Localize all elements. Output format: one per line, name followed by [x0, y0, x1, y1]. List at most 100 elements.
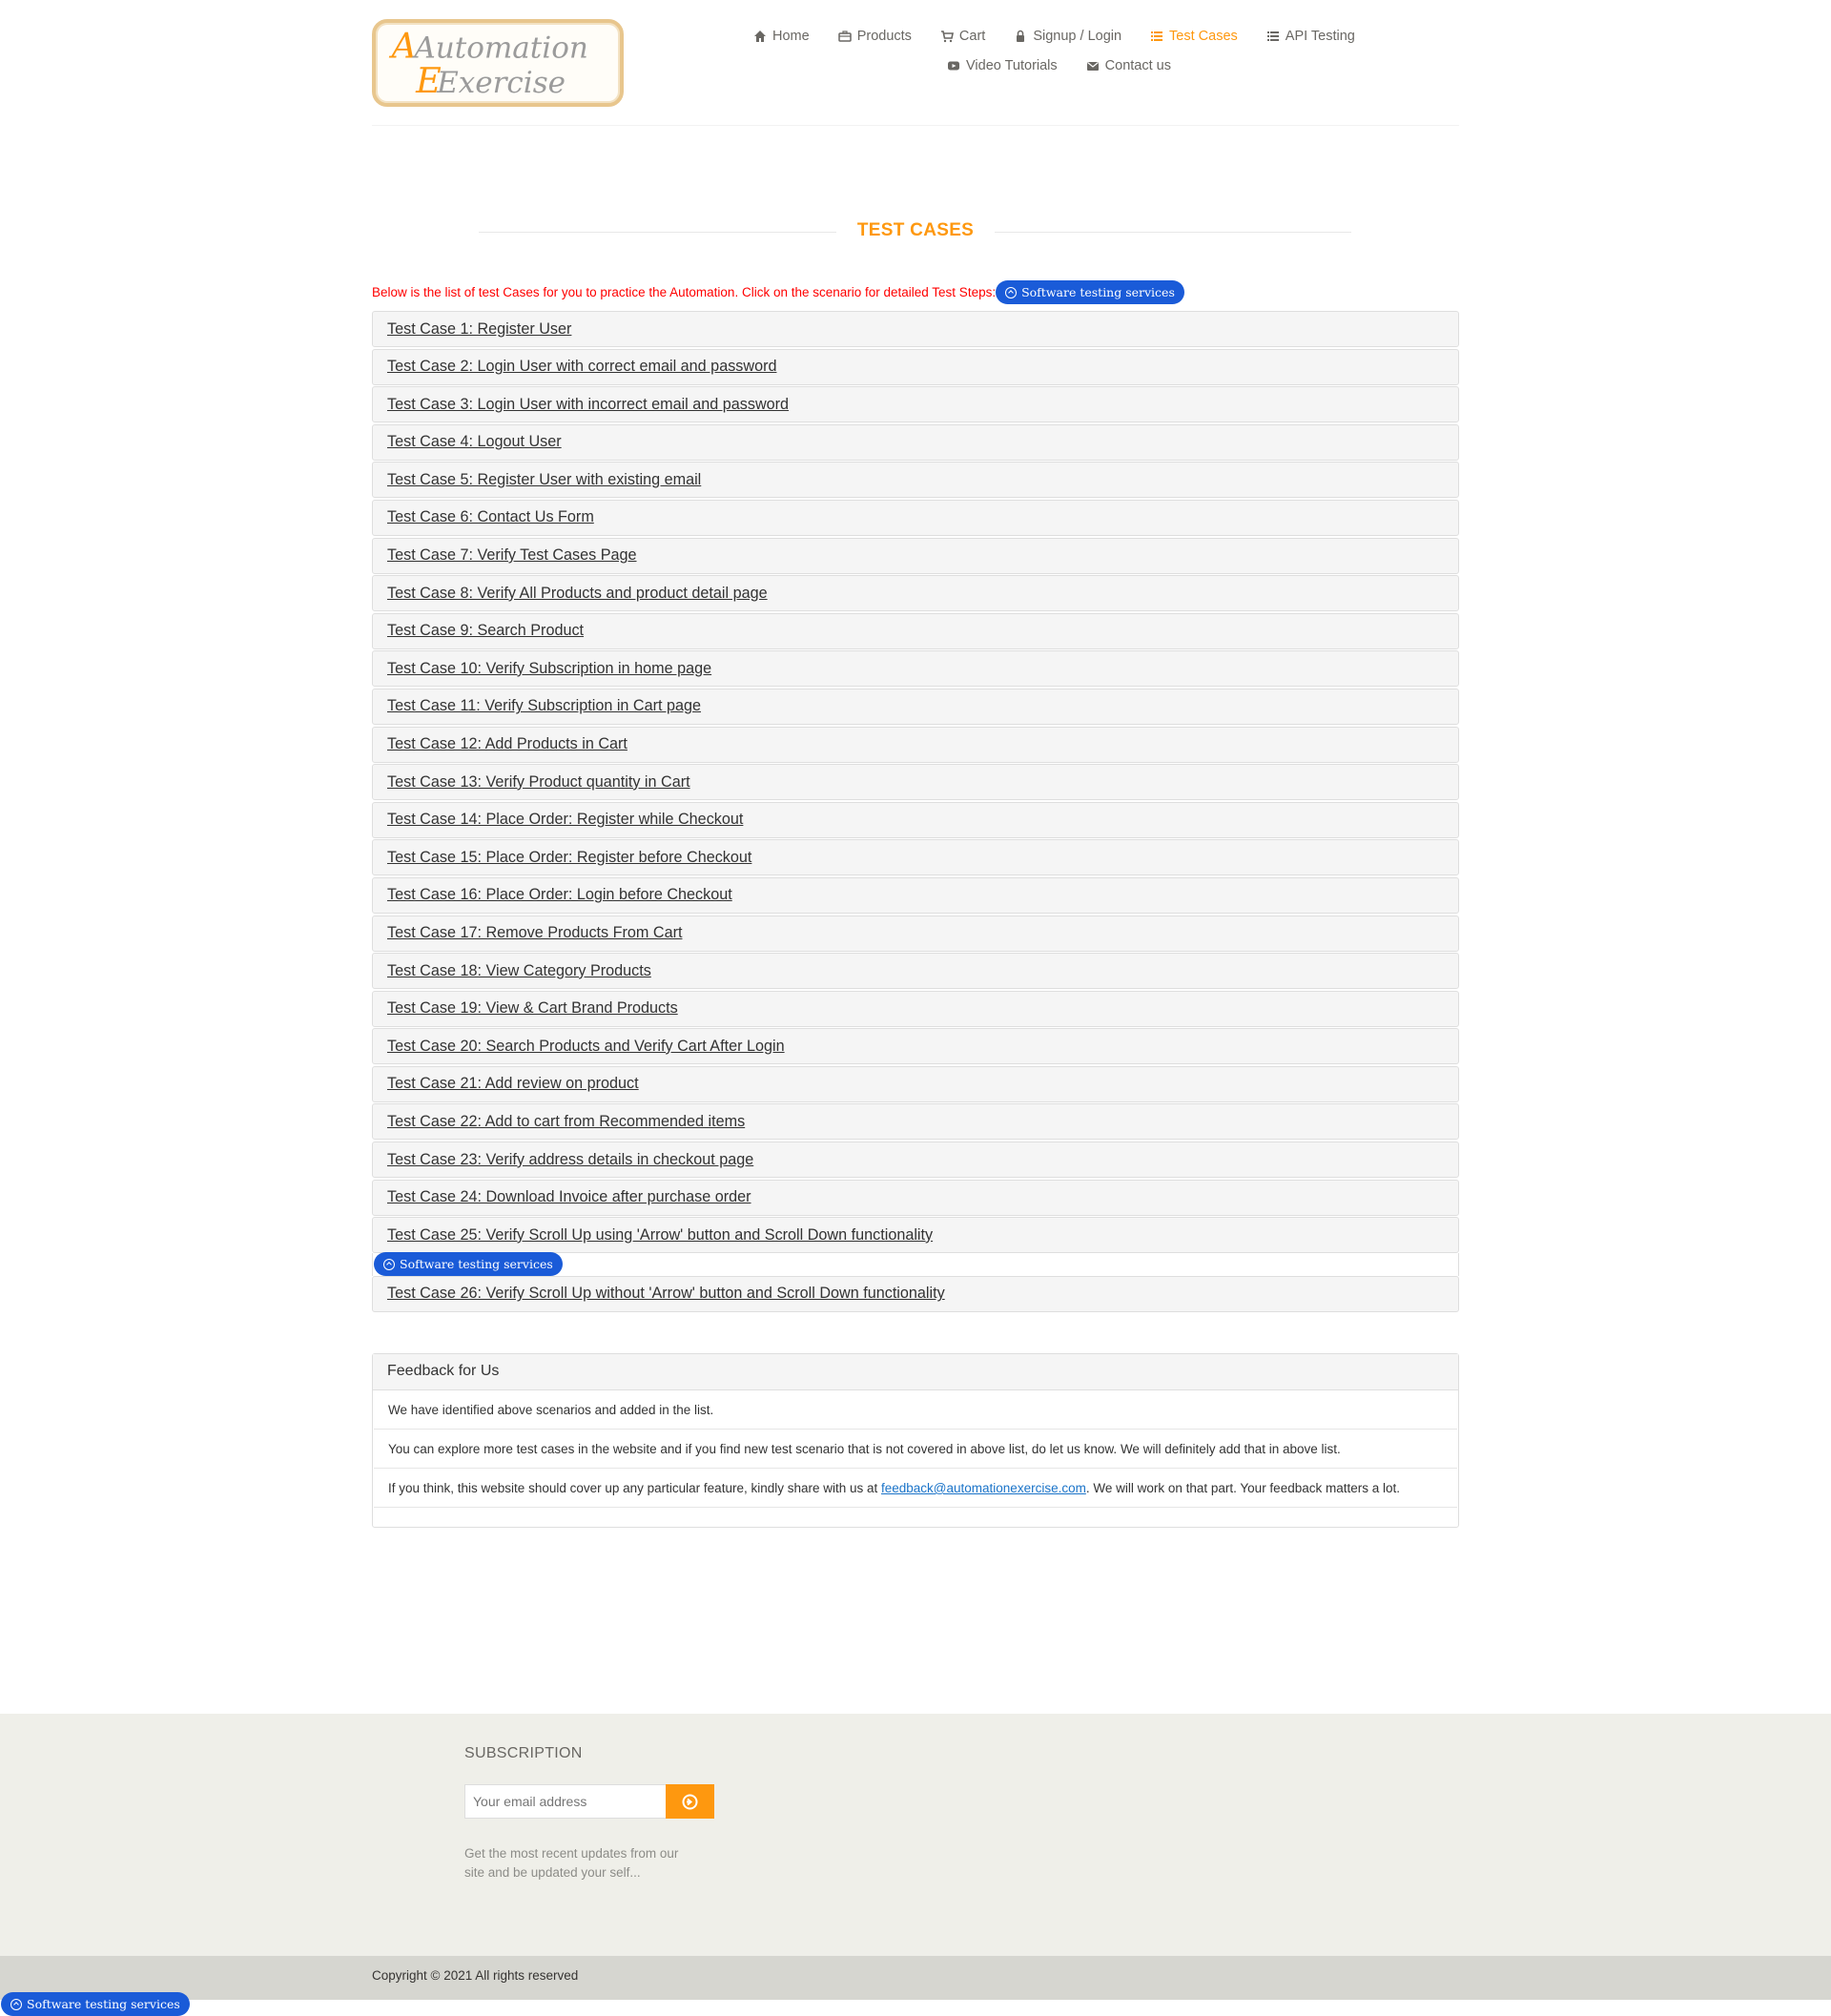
- test-case-link[interactable]: Test Case 25: Verify Scroll Up using 'Ar…: [387, 1226, 933, 1245]
- nav-cart-label: Cart: [958, 29, 986, 44]
- test-case-link[interactable]: Test Case 6: Contact Us Form: [387, 508, 594, 526]
- intro-text: Below is the list of test Cases for you …: [372, 285, 997, 299]
- test-case-link[interactable]: Test Case 10: Verify Subscription in hom…: [387, 660, 711, 678]
- test-case-link[interactable]: Test Case 15: Place Order: Register befo…: [387, 849, 751, 867]
- site-logo[interactable]: A Automation E Exercise: [372, 19, 624, 107]
- page-title: TEST CASES: [835, 220, 996, 240]
- feedback-text: If you think, this website should cover …: [388, 1481, 882, 1495]
- ad-badge-label: Software testing services: [27, 1997, 180, 2011]
- feedback-line: We have identified above scenarios and a…: [374, 1390, 1457, 1430]
- test-case-item[interactable]: Test Case 15: Place Order: Register befo…: [372, 839, 1459, 876]
- feedback-line: If you think, this website should cover …: [374, 1469, 1457, 1508]
- envelope-icon: [1086, 62, 1099, 71]
- feedback-heading: Feedback for Us: [373, 1354, 1458, 1390]
- nav-api-testing[interactable]: API Testing: [1266, 27, 1355, 46]
- svg-text:A: A: [389, 26, 417, 67]
- ad-badge[interactable]: Software testing services: [1, 1992, 190, 2016]
- test-case-link[interactable]: Test Case 24: Download Invoice after pur…: [387, 1188, 751, 1206]
- test-case-item[interactable]: Test Case 4: Logout User: [372, 423, 1459, 461]
- test-case-item[interactable]: Test Case 8: Verify All Products and pro…: [372, 575, 1459, 612]
- test-case-item[interactable]: Test Case 2: Login User with correct ema…: [372, 348, 1459, 385]
- test-case-link[interactable]: Test Case 14: Place Order: Register whil…: [387, 811, 743, 829]
- ad-badge[interactable]: Software testing services: [374, 1252, 563, 1277]
- test-case-link[interactable]: Test Case 16: Place Order: Login before …: [387, 886, 732, 904]
- feedback-email-link[interactable]: feedback@automationexercise.com: [881, 1481, 1086, 1495]
- test-case-item[interactable]: Test Case 20: Search Products and Verify…: [372, 1028, 1459, 1065]
- test-case-link[interactable]: Test Case 9: Search Product: [387, 622, 584, 640]
- nav-cart[interactable]: Cart: [940, 27, 985, 46]
- test-case-item[interactable]: Test Case 6: Contact Us Form: [372, 499, 1459, 536]
- test-case-item[interactable]: Test Case 25: Verify Scroll Up using 'Ar…: [372, 1217, 1459, 1254]
- test-case-item[interactable]: Test Case 13: Verify Product quantity in…: [372, 764, 1459, 801]
- nav-test-cases[interactable]: Test Cases: [1150, 27, 1238, 46]
- test-case-link[interactable]: Test Case 12: Add Products in Cart: [387, 735, 627, 753]
- logo-graphic: A Automation E Exercise: [389, 26, 588, 102]
- test-case-item[interactable]: Test Case 24: Download Invoice after pur…: [372, 1179, 1459, 1216]
- test-case-item[interactable]: Test Case 18: View Category Products: [372, 953, 1459, 990]
- nav-home-label: Home: [772, 29, 810, 44]
- test-case-item[interactable]: Test Case 22: Add to cart from Recommend…: [372, 1103, 1459, 1141]
- test-case-link[interactable]: Test Case 23: Verify address details in …: [387, 1151, 753, 1169]
- test-case-item[interactable]: Test Case 5: Register User with existing…: [372, 462, 1459, 499]
- header-divider: [372, 125, 1459, 126]
- test-case-link[interactable]: Test Case 1: Register User: [387, 320, 571, 339]
- test-case-link[interactable]: Test Case 26: Verify Scroll Up without '…: [387, 1285, 945, 1303]
- list-icon: [1266, 31, 1279, 41]
- arrow-circle-icon: [383, 1258, 395, 1270]
- test-case-link[interactable]: Test Case 8: Verify All Products and pro…: [387, 585, 768, 603]
- test-case-item[interactable]: Test Case 14: Place Order: Register whil…: [372, 801, 1459, 838]
- youtube-icon: [948, 61, 959, 71]
- nav-video-tutorials-label: Video Tutorials: [966, 58, 1058, 73]
- test-case-item[interactable]: Test Case 1: Register User: [372, 311, 1459, 347]
- test-case-item[interactable]: Test Case 12: Add Products in Cart: [372, 726, 1459, 763]
- logo-text-2: Exercise: [436, 66, 566, 100]
- inline-ad-row: Software testing services: [372, 1252, 1459, 1277]
- subscription-title: SUBSCRIPTION: [464, 1745, 583, 1761]
- feedback-line: You can explore more test cases in the w…: [374, 1430, 1457, 1469]
- test-case-item[interactable]: Test Case 21: Add review on product: [372, 1065, 1459, 1102]
- subscription-text: Get the most recent updates from our sit…: [464, 1846, 679, 1880]
- test-case-item[interactable]: Test Case 10: Verify Subscription in hom…: [372, 650, 1459, 688]
- subscription-email-input[interactable]: [464, 1784, 667, 1819]
- ad-badge[interactable]: Software testing services: [996, 280, 1184, 304]
- test-case-link[interactable]: Test Case 2: Login User with correct ema…: [387, 358, 776, 376]
- test-case-link[interactable]: Test Case 21: Add review on product: [387, 1075, 639, 1093]
- test-case-link[interactable]: Test Case 11: Verify Subscription in Car…: [387, 697, 701, 715]
- subscribe-button[interactable]: [666, 1784, 714, 1819]
- test-case-link[interactable]: Test Case 3: Login User with incorrect e…: [387, 396, 789, 414]
- lock-icon: [1017, 30, 1025, 42]
- test-case-link[interactable]: Test Case 18: View Category Products: [387, 962, 651, 980]
- test-case-link[interactable]: Test Case 13: Verify Product quantity in…: [387, 773, 690, 792]
- test-case-item[interactable]: Test Case 26: Verify Scroll Up without '…: [372, 1275, 1459, 1312]
- test-case-link[interactable]: Test Case 19: View & Cart Brand Products: [387, 999, 678, 1018]
- page-title-block: TEST CASES: [372, 219, 1459, 242]
- test-case-link[interactable]: Test Case 4: Logout User: [387, 433, 562, 451]
- nav-signup-login[interactable]: Signup / Login: [1014, 27, 1121, 46]
- test-case-link[interactable]: Test Case 5: Register User with existing…: [387, 471, 701, 489]
- arrow-circle-icon: [10, 1998, 22, 2010]
- arrow-circle-icon: [1005, 286, 1018, 298]
- nav-contact-us[interactable]: Contact us: [1086, 56, 1171, 75]
- nav-signup-login-label: Signup / Login: [1033, 29, 1122, 44]
- test-case-item[interactable]: Test Case 19: View & Cart Brand Products: [372, 990, 1459, 1027]
- test-case-item[interactable]: Test Case 3: Login User with incorrect e…: [372, 386, 1459, 423]
- nav-home[interactable]: Home: [753, 27, 810, 46]
- nav-api-testing-label: API Testing: [1285, 29, 1355, 44]
- test-case-link[interactable]: Test Case 7: Verify Test Cases Page: [387, 546, 637, 565]
- footer-subscription: SUBSCRIPTION Get the most recent updates…: [0, 1714, 1831, 1956]
- feedback-text: . We will work on that part. Your feedba…: [1085, 1481, 1401, 1495]
- test-case-item[interactable]: Test Case 9: Search Product: [372, 612, 1459, 649]
- test-case-item[interactable]: Test Case 11: Verify Subscription in Car…: [372, 688, 1459, 725]
- ad-badge-label: Software testing services: [400, 1257, 553, 1272]
- home-icon: [754, 31, 766, 42]
- main-nav: Home Products Cart Signup / Login Test C…: [753, 27, 1402, 75]
- nav-products[interactable]: Products: [837, 27, 912, 46]
- test-case-item[interactable]: Test Case 16: Place Order: Login before …: [372, 876, 1459, 914]
- test-case-link[interactable]: Test Case 22: Add to cart from Recommend…: [387, 1113, 745, 1131]
- test-case-link[interactable]: Test Case 17: Remove Products From Cart: [387, 924, 682, 942]
- test-case-link[interactable]: Test Case 20: Search Products and Verify…: [387, 1038, 785, 1056]
- test-case-item[interactable]: Test Case 23: Verify address details in …: [372, 1142, 1459, 1179]
- test-case-item[interactable]: Test Case 17: Remove Products From Cart: [372, 915, 1459, 952]
- test-case-item[interactable]: Test Case 7: Verify Test Cases Page: [372, 537, 1459, 574]
- nav-video-tutorials[interactable]: Video Tutorials: [947, 56, 1058, 75]
